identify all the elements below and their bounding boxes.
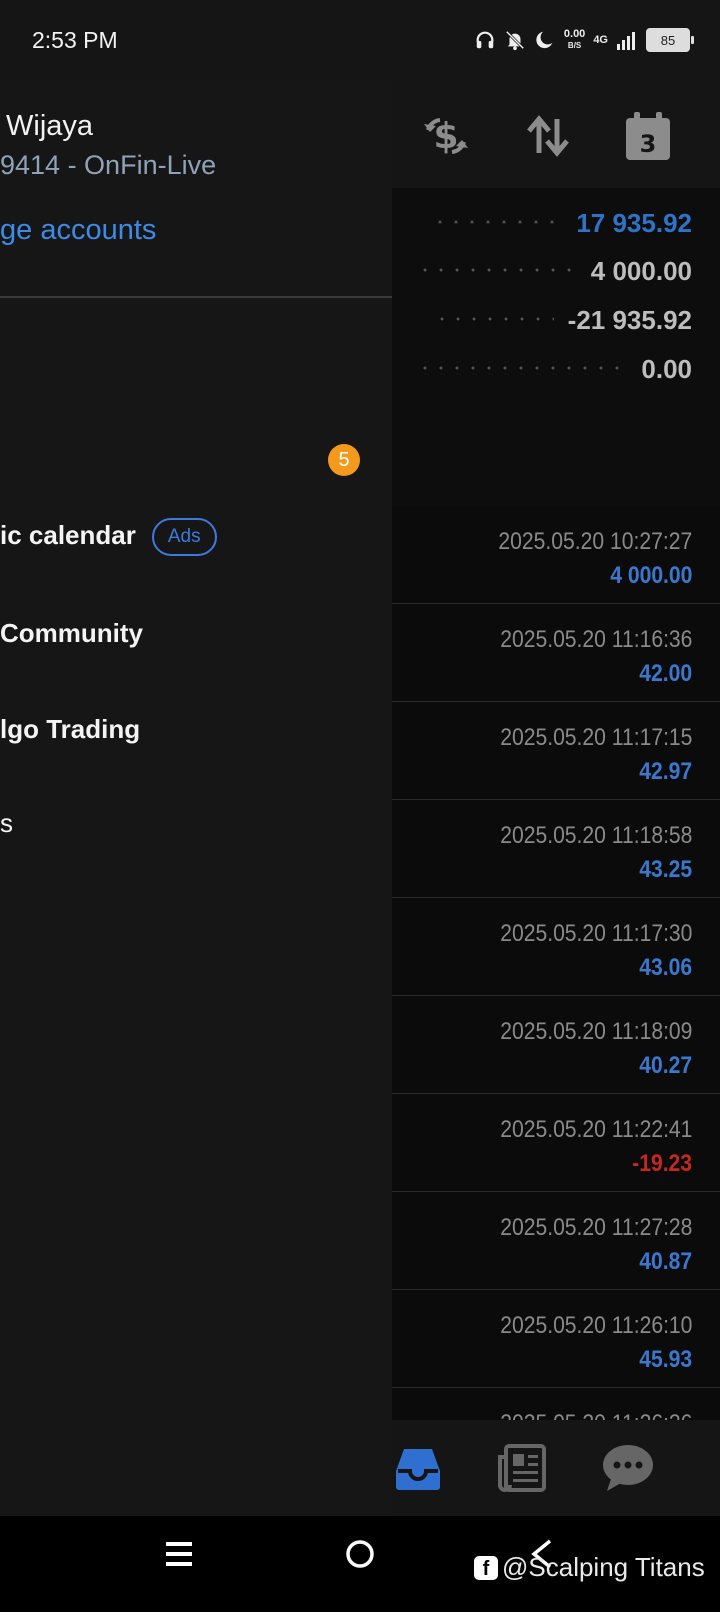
- history-screen: $ 3 17 935.92 4 000.00 -21 935.92 0.00 2…: [392, 80, 720, 1516]
- bottom-navigation: [392, 1420, 720, 1516]
- deal-datetime: 2025.05.20 11:18:09: [499, 1018, 692, 1045]
- deal-datetime: 2025.05.20 11:26:10: [499, 1312, 692, 1339]
- drawer-divider: [0, 296, 392, 298]
- deal-row[interactable]: 2025.05.20 11:17:30 43.06: [392, 898, 720, 996]
- deal-profit: 43.06: [639, 954, 692, 981]
- summary-row-balance: 0.00: [417, 344, 692, 394]
- deal-datetime: 2025.05.20 11:16:36: [499, 626, 692, 653]
- summary-value: 17 935.92: [576, 207, 692, 238]
- deal-row[interactable]: 2025.05.20 11:27:28 40.87: [392, 1192, 720, 1290]
- history-toolbar: $ 3: [392, 80, 720, 188]
- deals-list: 2025.05.20 10:27:27 4 000.00 2025.05.20 11…: [392, 506, 720, 1486]
- deal-profit: 43.25: [639, 856, 692, 883]
- summary-row-withdrawal: -21 935.92: [433, 295, 692, 345]
- status-bar: 2:53 PM 0.00 B/S 4G 85: [0, 0, 720, 80]
- speed-value: 0.00: [563, 28, 586, 40]
- headphones-icon: [476, 31, 494, 49]
- deal-profit: 42.97: [639, 758, 692, 785]
- speed-unit: B/S: [567, 41, 582, 50]
- watermark-text: @Scalping Titans: [502, 1552, 705, 1582]
- status-icons: 0.00 B/S 4G 85: [474, 28, 694, 52]
- deal-datetime: 2025.05.20 11:17:15: [499, 724, 692, 751]
- chat-icon[interactable]: [598, 1438, 658, 1498]
- deal-row[interactable]: 2025.05.20 10:27:27 4 000.00: [392, 506, 720, 604]
- deal-profit: -19.23: [632, 1150, 692, 1177]
- deal-profit: 45.93: [639, 1346, 692, 1373]
- calendar-day: 3: [640, 130, 657, 158]
- account-name: Wijaya: [6, 110, 94, 142]
- summary-row-profit: 17 935.92: [432, 198, 692, 248]
- network-type: 4G: [593, 34, 608, 46]
- summary-row-deposit: 4 000.00: [416, 246, 692, 296]
- menu-item-community[interactable]: Community: [0, 618, 143, 649]
- deal-profit: 42.00: [639, 660, 692, 687]
- summary-panel: 17 935.92 4 000.00 -21 935.92 0.00: [392, 188, 720, 507]
- menu-item-algo-trading[interactable]: lgo Trading: [0, 714, 140, 745]
- menu-item-truncated[interactable]: s: [0, 808, 13, 839]
- home-button[interactable]: [344, 1538, 376, 1575]
- manage-accounts-link[interactable]: ge accounts: [0, 214, 156, 247]
- account-server: 9414 - OnFin-Live: [0, 150, 217, 180]
- inbox-icon[interactable]: [388, 1438, 448, 1498]
- network-speed: 0.00 B/S: [564, 29, 585, 51]
- facebook-icon: f: [474, 1555, 498, 1580]
- deal-datetime: 2025.05.20 11:27:28: [499, 1214, 692, 1241]
- summary-value: -21 935.92: [567, 304, 692, 335]
- deal-datetime: 2025.05.20 11:18:58: [499, 822, 692, 849]
- deal-profit: 4 000.00: [609, 562, 692, 589]
- deal-row[interactable]: 2025.05.20 11:18:09 40.27: [392, 996, 720, 1094]
- calendar-icon[interactable]: 3: [620, 108, 676, 164]
- menu-item-label: ic calendar: [0, 519, 136, 550]
- bell-muted-icon: [505, 30, 525, 51]
- deal-profit: 40.87: [639, 1248, 692, 1275]
- deal-profit: 40.27: [639, 1052, 692, 1079]
- watermark: f @Scalping Titans: [474, 1552, 705, 1583]
- recents-button[interactable]: [164, 1538, 194, 1575]
- deal-row[interactable]: 2025.05.20 11:17:15 42.97: [392, 702, 720, 800]
- mailbox-badge: 5: [328, 444, 360, 476]
- deal-datetime: 2025.05.20 11:22:41: [499, 1116, 692, 1143]
- menu-item-economic-calendar[interactable]: ic calendar Ads: [0, 518, 217, 556]
- deal-row[interactable]: 2025.05.20 11:26:10 45.93: [392, 1290, 720, 1388]
- news-icon[interactable]: [492, 1438, 552, 1498]
- deal-row[interactable]: 2025.05.20 11:18:58 43.25: [392, 800, 720, 898]
- battery-indicator: 85: [646, 28, 694, 52]
- summary-value: 4 000.00: [590, 255, 692, 286]
- deal-datetime: 2025.05.20 10:27:27: [498, 528, 692, 555]
- summary-value: 0.00: [641, 353, 692, 384]
- currency-exchange-icon[interactable]: $: [418, 108, 474, 164]
- deal-datetime: 2025.05.20 11:17:30: [499, 920, 692, 947]
- status-time: 2:53 PM: [32, 26, 118, 53]
- moon-icon: [536, 31, 553, 49]
- ads-badge: Ads: [151, 518, 217, 556]
- signal-icon: [617, 32, 635, 50]
- navigation-drawer: Wijaya 9414 - OnFin-Live ge accounts 5 i…: [0, 80, 392, 1516]
- sort-icon[interactable]: [520, 108, 576, 164]
- deal-row[interactable]: 2025.05.20 11:16:36 42.00: [392, 604, 720, 702]
- battery-level: 85: [660, 32, 676, 48]
- deal-row[interactable]: 2025.05.20 11:22:41 -19.23: [392, 1094, 720, 1192]
